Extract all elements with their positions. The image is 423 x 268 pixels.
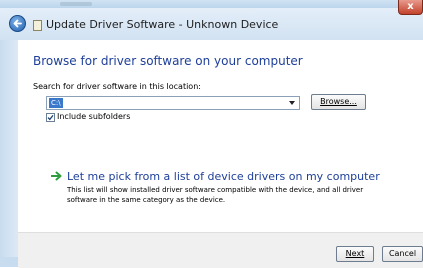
window-bottom-border (0, 257, 18, 267)
browse-button[interactable]: Browse... (311, 94, 366, 110)
close-button[interactable]: x (398, 0, 423, 15)
checkmark-icon (47, 114, 54, 121)
back-button[interactable] (9, 15, 26, 32)
window-title: Update Driver Software - Unknown Device (46, 18, 279, 31)
location-combobox[interactable]: C:\ (46, 96, 300, 110)
background-window-blur (60, 2, 92, 6)
next-button-label: Next (345, 249, 365, 258)
dropdown-arrow-icon[interactable] (289, 101, 295, 105)
window-left-border (0, 40, 18, 257)
device-icon (33, 20, 42, 31)
green-arrow-icon[interactable] (51, 171, 63, 181)
cancel-button[interactable]: Cancel (382, 246, 423, 262)
pick-from-list-description: This list will show installed driver sof… (67, 186, 364, 204)
include-subfolders-checkbox[interactable] (46, 113, 55, 122)
back-arrow-icon (13, 19, 22, 28)
wizard-content (18, 40, 423, 254)
location-value[interactable]: C:\ (49, 98, 63, 108)
include-subfolders-label[interactable]: Include subfolders (57, 112, 130, 122)
page-heading: Browse for driver software on your compu… (33, 54, 303, 68)
location-label: Search for driver software in this locat… (33, 82, 201, 91)
next-button[interactable]: Next (336, 246, 374, 262)
pick-from-list-link[interactable]: Let me pick from a list of device driver… (67, 170, 380, 184)
browse-button-label: Browse... (320, 97, 357, 106)
